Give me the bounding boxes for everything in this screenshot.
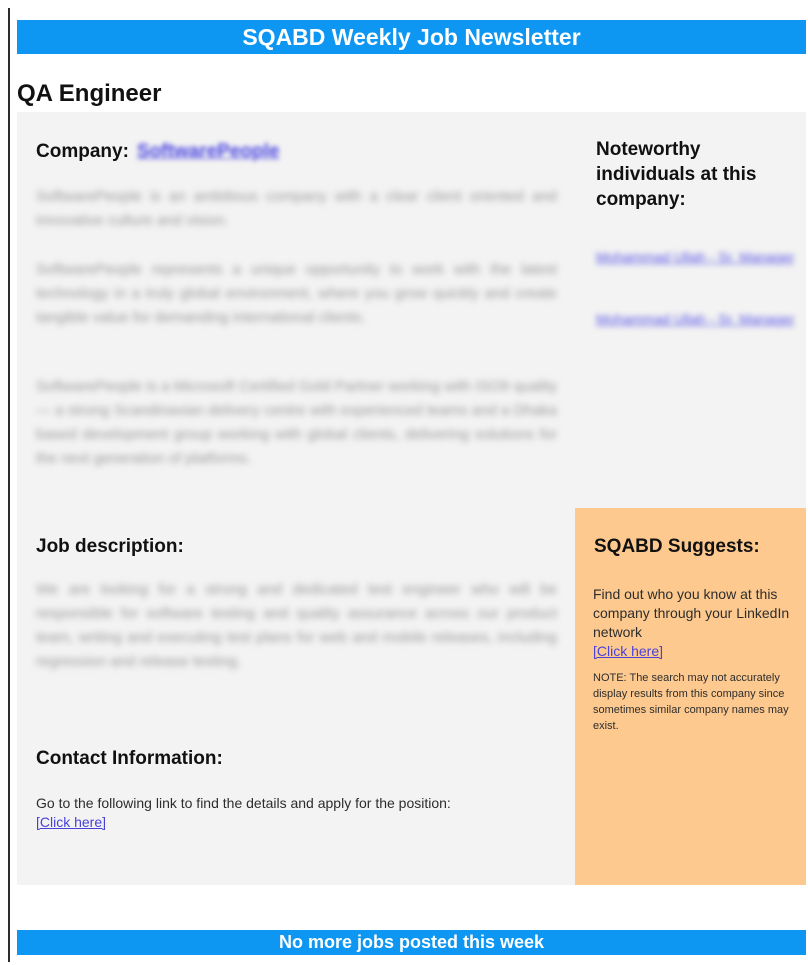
company-label: Company: SoftwarePeople (36, 141, 279, 163)
suggest-box: SQABD Suggests: Find out who you know at… (575, 508, 806, 885)
apply-link[interactable]: [Click here] (36, 814, 106, 830)
newsletter-banner: SQABD Weekly Job Newsletter (17, 20, 806, 54)
contact-instructions: Go to the following link to find the det… (36, 795, 451, 811)
suggest-body: Find out who you know at this company th… (593, 586, 790, 640)
linkedin-link[interactable]: [Click here] (593, 643, 663, 659)
noteworthy-link-2[interactable]: Mohammad Ullah - Sr. Manager (596, 309, 796, 329)
company-paragraph-3: SoftwarePeople is a Microsoft Certified … (36, 378, 557, 467)
contact-text: Go to the following link to find the det… (36, 794, 558, 832)
noteworthy-link-1[interactable]: Mohammad Ullah - Sr. Manager (596, 247, 796, 267)
suggest-note: NOTE: The search may not accurately disp… (593, 672, 789, 732)
job-title: QA Engineer (17, 80, 162, 107)
footer-banner: No more jobs posted this week (17, 930, 806, 955)
company-paragraph-1: SoftwarePeople is an ambitious company w… (36, 188, 557, 229)
job-description-label: Job description: (36, 536, 184, 557)
company-paragraph-2: SoftwarePeople represents a unique oppor… (36, 261, 557, 326)
job-description-text: We are looking for a strong and dedicate… (36, 581, 557, 670)
company-link[interactable]: SoftwarePeople (137, 141, 280, 162)
suggest-heading: SQABD Suggests: (594, 536, 760, 557)
noteworthy-heading: Noteworthy individuals at this company: (596, 139, 757, 210)
contact-label: Contact Information: (36, 748, 223, 769)
suggest-text: Find out who you know at this company th… (593, 585, 798, 661)
company-label-text: Company: (36, 141, 129, 162)
